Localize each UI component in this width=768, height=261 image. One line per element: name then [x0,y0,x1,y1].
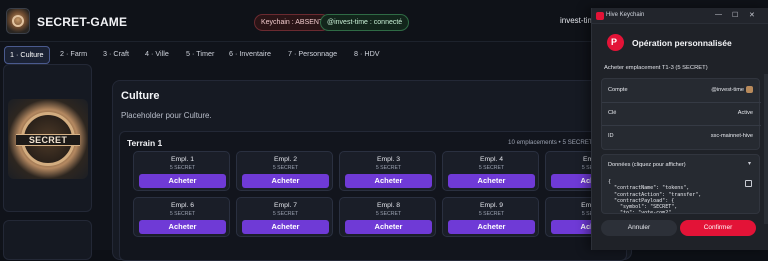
slot-price: 5 SECRET [169,165,196,171]
slot-name: Empl. 3 [376,156,401,163]
key-value: Active [737,110,753,116]
placeholder-text: Placeholder pour Culture. [121,111,212,120]
main-panel: Culture Placeholder pour Culture. Terrai… [112,80,642,261]
tab-timer[interactable]: 5 · Timer [181,46,219,64]
slot-card: Empl. 6 5 SECRET Acheter [133,197,230,237]
terrain-meta: 10 emplacements • 5 SECRET/slo [508,139,603,146]
slot-card: Empl. 3 5 SECRET Acheter [339,151,436,191]
buy-button[interactable]: Acheter [242,174,329,188]
chevron-down-icon[interactable]: ▾ [748,160,751,167]
tab-hdv[interactable]: 8 · HDV [349,46,385,64]
slot-card: Empl. 8 5 SECRET Acheter [339,197,436,237]
sidebar-card: SECRET [3,64,92,212]
id-value: ssc-mainnet-hive [710,133,753,139]
keychain-logo-icon [596,12,604,20]
page-title: Culture [121,90,160,102]
key-label: Clé [608,110,617,116]
slot-name: Empl. 6 [170,202,195,209]
slot-name: Empl. 1 [170,156,195,163]
app-title: SECRET-GAME [37,15,128,29]
tab-inventaire[interactable]: 6 · Inventaire [224,46,276,64]
slot-card: Empl. 4 5 SECRET Acheter [442,151,539,191]
slot-name: Empl. 7 [273,202,298,209]
keychain-details-card: Compte @invest-time Clé Active ID ssc-ma… [601,78,761,150]
slot-price: 5 SECRET [478,211,505,217]
tab-craft[interactable]: 3 · Craft [98,46,134,64]
divider [602,125,761,126]
slot-price: 5 SECRET [478,165,505,171]
slot-price: 5 SECRET [375,165,402,171]
data-json: { "contractName": "tokens", "contractAct… [608,179,702,214]
account-value: @invest-time [711,86,753,93]
terrain-panel: Terrain 1 10 emplacements • 5 SECRET/slo… [119,131,642,261]
id-label: ID [608,133,614,139]
keychain-window-title: Hive Keychain [606,12,645,18]
keychain-titlebar: Hive Keychain — ☐ ✕ [592,8,768,24]
buy-button[interactable]: Acheter [345,220,432,234]
connection-status-badge: @invest-time : connecté [320,14,410,31]
buy-button[interactable]: Acheter [139,220,226,234]
secret-coin-image: SECRET [8,99,88,179]
account-label: Compte [608,87,628,93]
slot-card: Empl. 7 5 SECRET Acheter [236,197,333,237]
tab-culture[interactable]: 1 · Culture [4,46,50,64]
slot-name: Empl. 2 [273,156,298,163]
keychain-popup: Hive Keychain — ☐ ✕ P Opération personna… [591,8,768,250]
buy-button[interactable]: Acheter [448,174,535,188]
slot-price: 5 SECRET [272,211,299,217]
confirm-button[interactable]: Confirmer [680,220,756,236]
slot-card: Empl. 2 5 SECRET Acheter [236,151,333,191]
maximize-icon[interactable]: ☐ [732,11,738,19]
keychain-heading: Opération personnalisée [632,38,732,48]
app-window: SECRET-GAME Keychain : ABSENT @invest-ti… [0,0,768,261]
copy-icon[interactable] [745,180,752,187]
minimize-icon[interactable]: — [715,11,722,18]
slot-price: 5 SECRET [272,165,299,171]
tab-ville[interactable]: 4 · Ville [140,46,174,64]
keychain-status-badge: Keychain : ABSENT [254,14,331,31]
cancel-button[interactable]: Annuler [601,220,677,236]
logo-ring-icon [12,15,24,27]
buy-button[interactable]: Acheter [345,174,432,188]
buy-button[interactable]: Acheter [139,174,226,188]
data-panel[interactable]: Données (cliquez pour afficher) ▾ { "con… [601,154,760,214]
tab-farm[interactable]: 2 · Farm [55,46,92,64]
keychain-description: Acheter emplacement T1-3 (5 SECRET) [604,65,708,71]
slot-card: Empl. 9 5 SECRET Acheter [442,197,539,237]
divider [602,102,761,103]
slot-name: Empl. 8 [376,202,401,209]
avatar [746,86,753,93]
close-icon[interactable]: ✕ [749,11,755,19]
game-logo [6,8,30,34]
slot-name: Empl. 4 [479,156,504,163]
data-toggle-label[interactable]: Données (cliquez pour afficher) [608,162,686,168]
slot-card: Empl. 1 5 SECRET Acheter [133,151,230,191]
slot-price: 5 SECRET [375,211,402,217]
terrain-title: Terrain 1 [127,138,163,148]
tab-personnage[interactable]: 7 · Personnage [283,46,342,64]
sidebar-card-secondary [3,220,92,260]
scrollbar[interactable] [764,74,768,224]
buy-button[interactable]: Acheter [242,220,329,234]
slot-name: Empl. 9 [479,202,504,209]
keychain-brand-icon: P [607,34,624,51]
tab-bar: 1 · Culture 2 · Farm 3 · Craft 4 · Ville… [0,46,600,64]
buy-button[interactable]: Acheter [448,220,535,234]
coin-label: SECRET [28,135,68,145]
slot-price: 5 SECRET [169,211,196,217]
account-name: @invest-time [711,86,744,93]
